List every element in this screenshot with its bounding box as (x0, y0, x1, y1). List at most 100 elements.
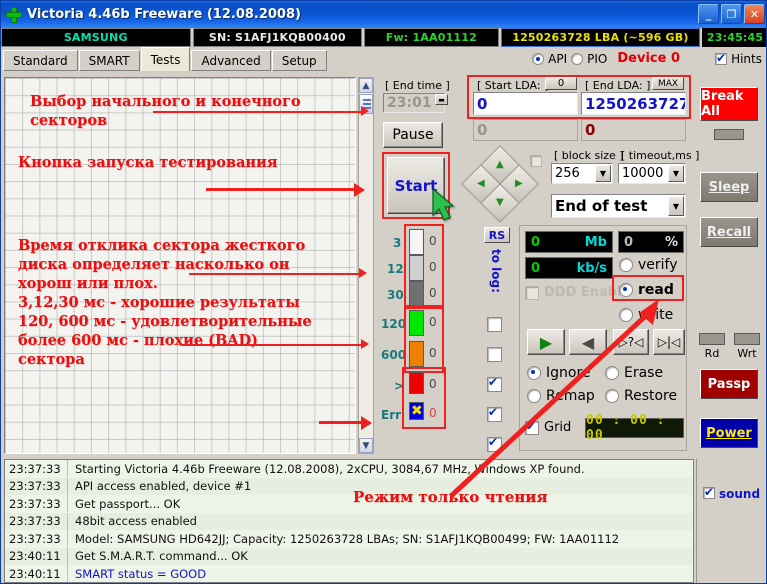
hints-group[interactable]: Hints (715, 51, 762, 66)
radio-write[interactable] (619, 308, 633, 322)
device-serial: SN: S1AFJ1KQB00400 (192, 28, 363, 47)
elapsed-timer: 00 : 00 : 00 (585, 413, 684, 443)
activity-indicator (714, 129, 744, 140)
wrt-indicator (734, 333, 760, 345)
tab-setup[interactable]: Setup (271, 50, 327, 71)
grid-checkbox[interactable] (525, 419, 539, 435)
timing-label-err: Err (381, 408, 402, 422)
log-row: 23:37:33 Starting Victoria 4.46b Freewar… (5, 460, 693, 478)
log-message: Get S.M.A.R.T. command... OK (75, 549, 248, 564)
sleep-button[interactable]: Sleep (700, 172, 758, 202)
action-ignore-group[interactable]: Ignore (527, 365, 591, 381)
radio-restore[interactable] (605, 389, 619, 403)
ddd-enable-checkbox[interactable] (525, 285, 539, 300)
maximize-icon[interactable]: ❐ (721, 4, 742, 24)
to-log-checkbox-over[interactable] (487, 405, 502, 422)
dpad-enable-checkbox[interactable] (530, 155, 542, 167)
ddd-enable-label: DDD Enable (544, 285, 631, 300)
play-backward-icon[interactable]: ◀ (569, 329, 607, 355)
block-size-select[interactable]: 256 ▼ (551, 163, 613, 184)
timeout-label: [ timeout,ms ] (621, 149, 700, 162)
timing-bar-3 (409, 229, 424, 255)
timing-bar-30 (409, 281, 424, 307)
end-of-test-chevron-down-icon[interactable]: ▼ (668, 196, 684, 216)
minimize-icon[interactable]: _ (698, 4, 719, 24)
end-lba-field[interactable]: 1250263727 (581, 92, 686, 115)
scroll-up-icon[interactable]: ▲ (359, 78, 373, 93)
timeout-chevron-down-icon[interactable]: ▼ (668, 165, 684, 182)
log-time: 23:37:33 (9, 461, 61, 476)
close-icon[interactable]: ✕ (744, 4, 765, 24)
log-row: 23:37:33 API access enabled, device #1 (5, 477, 693, 495)
action-remap-group[interactable]: Remap (527, 388, 595, 404)
radio-api[interactable] (532, 52, 545, 65)
test-control-panel: [ End time ] 23:01 ▬ [ Start LDA: ] 0 0 … (377, 75, 699, 454)
radio-read[interactable] (619, 283, 633, 297)
device-model: SAMSUNG (1, 28, 191, 47)
passport-button[interactable]: Passp (700, 369, 758, 399)
radio-verify[interactable] (619, 258, 633, 272)
tab-smart[interactable]: SMART (78, 50, 140, 71)
op-write-group[interactable]: write (619, 307, 673, 323)
tab-tests[interactable]: Tests (140, 47, 191, 71)
start-lba-zero-button[interactable]: 0 (545, 77, 577, 90)
radio-erase[interactable] (605, 366, 619, 380)
end-lba-max-button[interactable]: MAX (652, 77, 684, 90)
op-verify-group[interactable]: verify (619, 257, 678, 273)
mb-value: 0 (531, 234, 541, 250)
log-message: Get passport... OK (75, 496, 181, 511)
log-area[interactable]: 23:37:33 Starting Victoria 4.46b Freewar… (4, 459, 694, 583)
radio-pio[interactable] (571, 52, 584, 65)
butterfly-seek-icon[interactable]: ▷|◁ (653, 329, 685, 355)
break-all-button[interactable]: Break All (700, 87, 758, 121)
play-forward-icon[interactable]: ▶ (527, 329, 565, 355)
radio-ignore[interactable] (527, 366, 541, 380)
tab-advanced[interactable]: Advanced (191, 50, 271, 71)
recall-button[interactable]: Recall (700, 217, 758, 247)
timing-count-120: 0 (429, 315, 437, 329)
tab-standard[interactable]: Standard (3, 50, 78, 71)
pio-label: PIO (587, 51, 608, 66)
percent-readout: 0 % (618, 231, 684, 253)
timeout-select[interactable]: 10000 ▼ (618, 163, 686, 184)
rs-button[interactable]: RS (484, 227, 510, 243)
end-of-test-select[interactable]: End of test ▼ (551, 194, 686, 218)
start-button[interactable]: Start (387, 157, 445, 214)
action-restore-group[interactable]: Restore (605, 388, 677, 404)
log-time: 23:40:11 (9, 549, 61, 564)
log-time: 23:37:33 (9, 496, 61, 511)
navigation-dpad[interactable]: ▲ ◀ ▶ ▼ (461, 145, 539, 223)
scroll-down-icon[interactable]: ▼ (359, 438, 373, 453)
to-log-checkbox-err[interactable] (487, 435, 502, 452)
window-controls: _ ❐ ✕ (698, 4, 765, 24)
radio-remap[interactable] (527, 389, 541, 403)
hints-checkbox[interactable] (715, 51, 728, 65)
to-log-checkbox-30[interactable] (487, 375, 502, 392)
to-log-checkbox-12[interactable] (487, 347, 502, 362)
to-log-checkbox-3[interactable] (487, 317, 502, 332)
end-time-label: [ End time ] (385, 79, 450, 92)
action-erase-group[interactable]: Erase (605, 365, 663, 381)
scan-grid-area[interactable]: Выбор начального и конечного секторов Кн… (4, 77, 356, 454)
timing-bar-600 (409, 341, 424, 367)
scan-area-scrollbar[interactable]: ▲ ▼ (358, 77, 374, 454)
end-time-spinner[interactable]: ▬ (435, 94, 448, 105)
ddd-enable-group[interactable]: DDD Enable (525, 285, 630, 300)
sound-checkbox[interactable] (703, 485, 715, 499)
timing-bar-over (409, 372, 424, 394)
block-size-chevron-down-icon[interactable]: ▼ (595, 165, 611, 182)
op-read-label: read (638, 282, 674, 298)
power-button[interactable]: Power (700, 418, 758, 448)
timing-bar-err: ✖ (409, 402, 424, 420)
start-lba-field[interactable]: 0 (473, 92, 578, 115)
pause-button[interactable]: Pause (383, 122, 443, 148)
speed-readout: 0 kb/s (525, 257, 613, 279)
grid-toggle-group[interactable]: Grid (525, 419, 571, 435)
op-verify-label: verify (638, 257, 678, 273)
op-read-group[interactable]: read (619, 282, 674, 298)
random-seek-icon[interactable]: ▷?◁ (613, 329, 649, 355)
device-info-strip: SAMSUNG SN: S1AFJ1KQB00400 Fw: 1AA01112 … (1, 28, 766, 47)
pointer-head-lba (361, 106, 369, 116)
sound-label: sound (719, 487, 761, 501)
timing-label-120: 120 (381, 317, 407, 331)
